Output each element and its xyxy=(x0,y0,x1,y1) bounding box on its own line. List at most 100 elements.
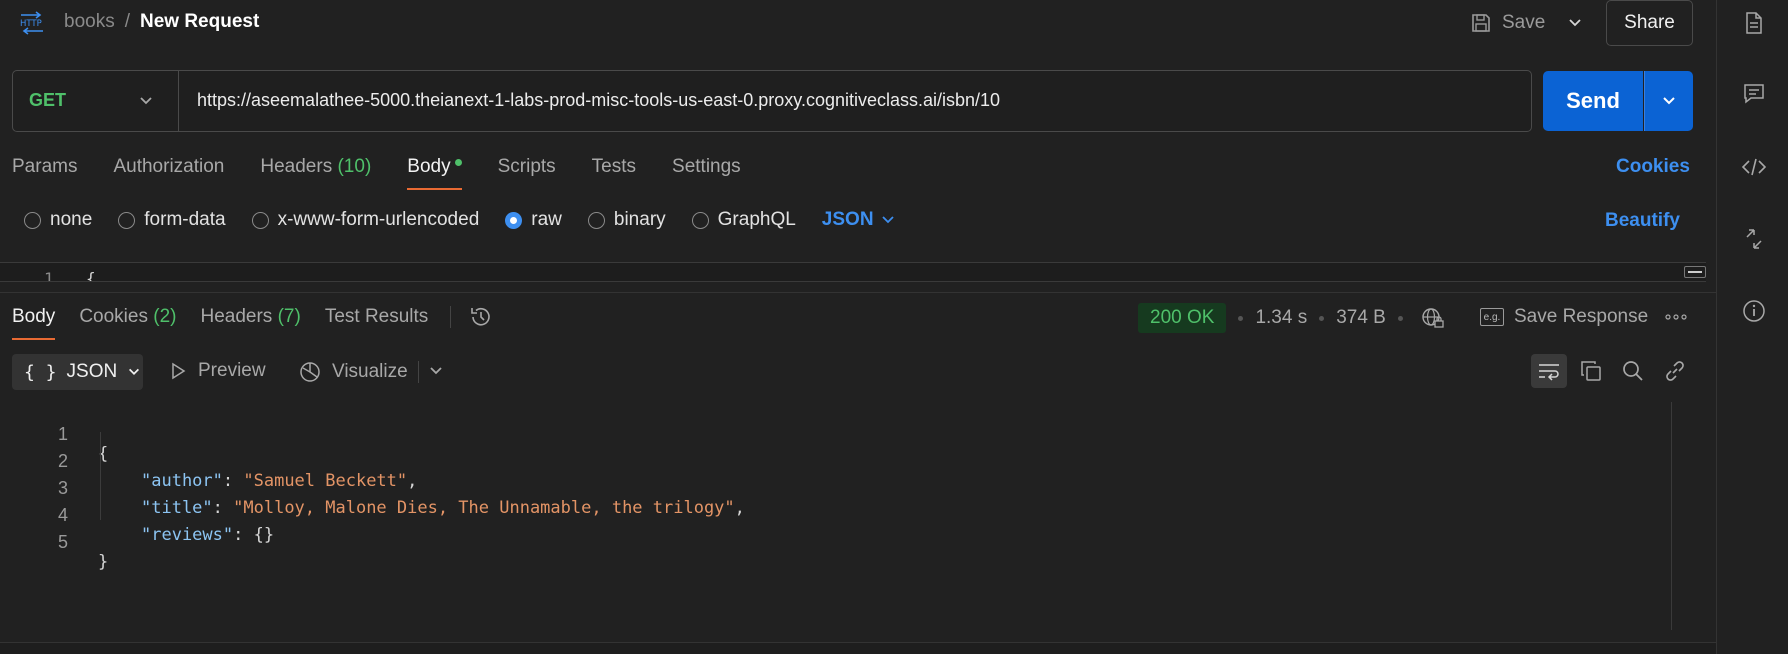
json-key: "title" xyxy=(141,498,213,518)
response-body-viewer[interactable]: 1 { 2 "author": "Samuel Beckett", 3 "tit… xyxy=(0,400,1670,630)
code-line: 5 } xyxy=(0,512,108,572)
code-line: 1 { xyxy=(0,404,108,464)
cookies-link[interactable]: Cookies xyxy=(1616,156,1690,178)
right-sidebar xyxy=(1716,0,1788,654)
chevron-down-icon[interactable] xyxy=(1562,12,1588,34)
tab-body[interactable]: Body xyxy=(407,156,462,190)
separator-dot xyxy=(1397,315,1403,321)
visualize-icon xyxy=(298,360,322,384)
code-icon[interactable] xyxy=(1741,154,1767,180)
comment-icon[interactable] xyxy=(1741,80,1767,106)
radio-graphql[interactable]: GraphQL xyxy=(691,209,796,231)
preview-button[interactable]: Preview xyxy=(170,360,266,382)
document-icon[interactable] xyxy=(1741,10,1767,36)
chevron-down-icon[interactable] xyxy=(137,92,155,110)
tab-test-results[interactable]: Test Results xyxy=(325,306,428,340)
code-line: { xyxy=(86,269,96,282)
code-text: "reviews": {} xyxy=(141,525,275,545)
url-bar: GET https://aseemalathee-5000.theianext-… xyxy=(12,70,1532,132)
compare-icon[interactable] xyxy=(1741,226,1767,252)
info-icon[interactable] xyxy=(1741,298,1767,324)
send-button[interactable]: Send xyxy=(1543,71,1643,131)
visualize-button[interactable]: Visualize xyxy=(298,360,408,384)
method-select[interactable]: GET xyxy=(29,90,66,111)
tab-headers[interactable]: Headers (10) xyxy=(260,156,371,190)
tab-response-body[interactable]: Body xyxy=(12,306,56,340)
request-title[interactable]: New Request xyxy=(140,11,259,33)
divider xyxy=(178,71,179,131)
divider xyxy=(450,306,451,328)
http-icon: HTTP xyxy=(18,10,46,36)
radio-label: form-data xyxy=(144,209,226,230)
search-icon[interactable] xyxy=(1620,358,1646,384)
indent-guide xyxy=(100,432,101,520)
tab-tests[interactable]: Tests xyxy=(592,156,636,190)
breadcrumb: books / New Request xyxy=(64,11,259,33)
top-bar: HTTP books / New Request xyxy=(0,0,1716,46)
tab-params[interactable]: Params xyxy=(12,156,77,190)
response-time[interactable]: 1.34 s xyxy=(1255,307,1307,329)
code-text: "author": "Samuel Beckett", xyxy=(141,471,418,491)
play-icon xyxy=(170,362,186,380)
chevron-down-icon[interactable] xyxy=(427,362,445,380)
cookies-count: (2) xyxy=(153,306,177,327)
separator-dot xyxy=(1319,315,1325,321)
breadcrumb-collection[interactable]: books xyxy=(64,11,115,33)
radio-urlencoded[interactable]: x-www-form-urlencoded xyxy=(251,209,480,231)
json-key: "author" xyxy=(141,471,223,491)
response-status: 200 OK 1.34 s 374 B xyxy=(1138,303,1445,333)
modified-dot xyxy=(454,159,462,167)
send-options-button[interactable] xyxy=(1644,71,1693,131)
example-icon: e.g. xyxy=(1480,308,1504,326)
save-response-button[interactable]: e.g. Save Response xyxy=(1480,306,1648,328)
scrollbar[interactable] xyxy=(1671,402,1672,630)
line-number: 1 xyxy=(44,269,54,282)
save-button[interactable]: Save xyxy=(1470,6,1545,40)
share-button[interactable]: Share xyxy=(1606,0,1693,46)
status-badge[interactable]: 200 OK xyxy=(1138,303,1227,333)
radio-label: raw xyxy=(531,209,562,230)
response-format-select[interactable]: { } JSON xyxy=(12,354,143,390)
copy-icon[interactable] xyxy=(1578,358,1604,384)
collapse-icon[interactable] xyxy=(1684,266,1706,278)
save-response-label: Save Response xyxy=(1514,306,1649,327)
wrap-icon[interactable] xyxy=(1531,354,1567,388)
tab-label: Headers xyxy=(200,306,273,327)
url-input[interactable]: https://aseemalathee-5000.theianext-1-la… xyxy=(197,90,1000,111)
tab-response-cookies[interactable]: Cookies (2) xyxy=(79,306,176,340)
tab-authorization[interactable]: Authorization xyxy=(113,156,224,190)
radio-label: x-www-form-urlencoded xyxy=(277,209,480,230)
visualize-label: Visualize xyxy=(332,361,408,382)
beautify-button[interactable]: Beautify xyxy=(1605,210,1680,232)
body-type-options: none form-data x-www-form-urlencoded raw… xyxy=(24,209,896,231)
preview-label: Preview xyxy=(198,360,266,381)
radio-circle xyxy=(118,211,136,229)
chevron-down-icon xyxy=(1661,93,1677,109)
globe-lock-icon[interactable] xyxy=(1421,306,1445,330)
tab-response-headers[interactable]: Headers (7) xyxy=(200,306,300,340)
chevron-down-icon[interactable] xyxy=(880,212,896,228)
breadcrumb-separator: / xyxy=(124,11,130,32)
separator-dot xyxy=(1238,315,1244,321)
code-line: 2 "author": "Samuel Beckett", xyxy=(0,431,417,491)
radio-form-data[interactable]: form-data xyxy=(118,209,226,231)
save-label: Save xyxy=(1502,12,1546,33)
tab-body-label: Body xyxy=(407,156,451,177)
radio-raw[interactable]: raw xyxy=(505,209,562,231)
radio-none[interactable]: none xyxy=(24,209,92,231)
json-key: "reviews" xyxy=(141,525,234,545)
response-size[interactable]: 374 B xyxy=(1336,307,1386,329)
radio-binary[interactable]: binary xyxy=(587,209,666,231)
tab-settings[interactable]: Settings xyxy=(672,156,741,190)
response-tabs: Body Cookies (2) Headers (7) Test Result… xyxy=(12,306,452,340)
history-icon[interactable] xyxy=(468,304,494,330)
divider xyxy=(418,361,419,383)
tab-scripts[interactable]: Scripts xyxy=(498,156,556,190)
pane-divider[interactable] xyxy=(0,292,1716,293)
link-icon[interactable] xyxy=(1662,358,1688,384)
more-icon[interactable] xyxy=(1664,306,1688,328)
tab-label: Cookies xyxy=(79,306,148,327)
radio-label: binary xyxy=(613,209,666,230)
body-language-select[interactable]: JSON xyxy=(822,209,874,231)
request-body-editor[interactable]: 1 { xyxy=(0,262,1706,282)
